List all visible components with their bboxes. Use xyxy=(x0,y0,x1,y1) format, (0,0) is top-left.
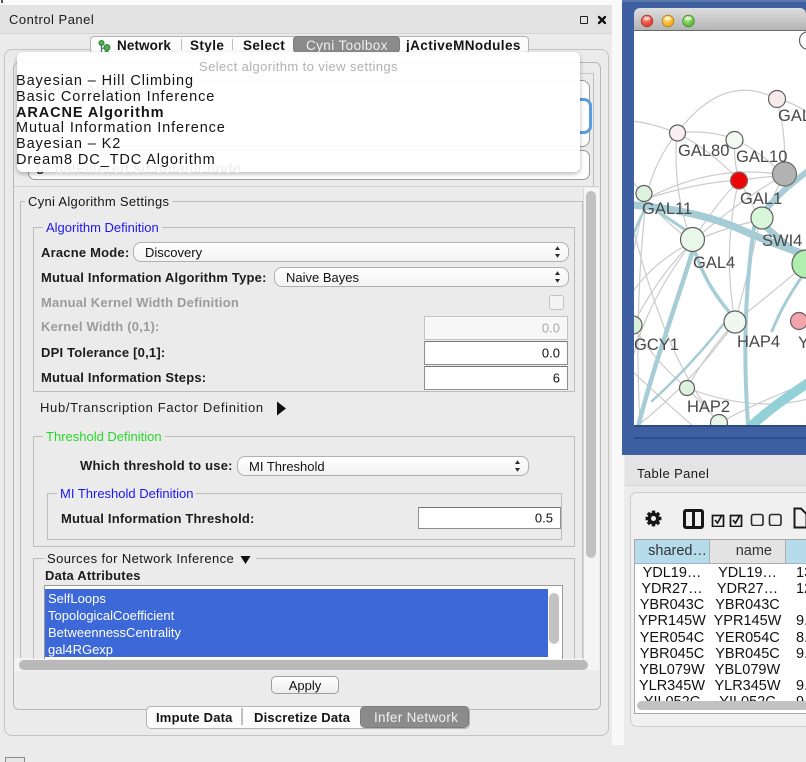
svg-text:HAP2: HAP2 xyxy=(687,398,730,416)
svg-text:YD: YD xyxy=(798,334,806,352)
svg-text:GAL80: GAL80 xyxy=(678,142,729,160)
svg-text:GAL4: GAL4 xyxy=(693,254,735,272)
svg-text:GAL1: GAL1 xyxy=(740,190,782,208)
svg-text:GAL10: GAL10 xyxy=(736,148,787,166)
svg-text:HAP4: HAP4 xyxy=(737,333,780,351)
svg-text:GCY1: GCY1 xyxy=(634,336,679,354)
svg-text:GAL11: GAL11 xyxy=(642,200,692,218)
svg-text:SWI4: SWI4 xyxy=(762,232,802,250)
svg-text:GAL2: GAL2 xyxy=(778,107,806,125)
